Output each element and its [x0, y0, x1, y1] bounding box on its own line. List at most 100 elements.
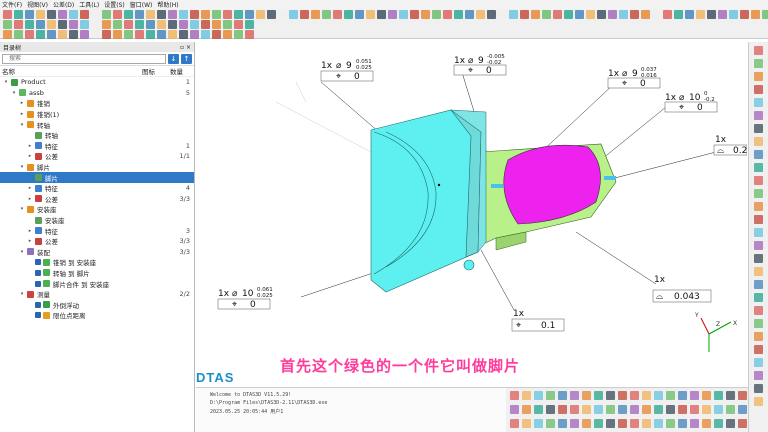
toolbar-tool-icon[interactable]	[223, 30, 232, 39]
toolbar-tool-icon[interactable]	[190, 20, 199, 29]
bottom-tool-icon[interactable]	[510, 419, 519, 428]
toolbar-tool-icon[interactable]	[619, 10, 628, 19]
tree-row[interactable]: 脚片合件 到 安装座	[0, 278, 194, 289]
bottom-tool-icon[interactable]	[510, 405, 519, 414]
bottom-tool-icon[interactable]	[738, 405, 747, 414]
toolbar-tool-icon[interactable]	[553, 10, 562, 19]
toolbar-tool-icon[interactable]	[102, 10, 111, 19]
bottom-tool-icon[interactable]	[594, 419, 603, 428]
tree-row[interactable]: ▸ 公差 3/3	[0, 236, 194, 247]
tree-row[interactable]: ▸ 锥销	[0, 98, 194, 109]
toolbar-tool-icon[interactable]	[641, 10, 650, 19]
expand-icon[interactable]: ▸	[27, 196, 33, 202]
toolbar-tool-icon[interactable]	[597, 10, 606, 19]
toolbar-tool-icon[interactable]	[146, 30, 155, 39]
bottom-tool-icon[interactable]	[546, 419, 555, 428]
tree-row[interactable]: ▸ 公差 1/1	[0, 151, 194, 162]
side-tool-icon[interactable]	[754, 46, 763, 55]
bottom-tool-icon[interactable]	[690, 405, 699, 414]
expand-icon[interactable]: ▾	[11, 90, 17, 96]
menu-settings[interactable]: 设置(S)	[104, 0, 125, 9]
bottom-tool-icon[interactable]	[618, 419, 627, 428]
toolbar-tool-icon[interactable]	[223, 20, 232, 29]
bottom-tool-icon[interactable]	[642, 419, 651, 428]
tree-row[interactable]: 限位点距离	[0, 310, 194, 321]
toolbar-tool-icon[interactable]	[696, 10, 705, 19]
tree-row[interactable]: ▸ 锥销(1)	[0, 109, 194, 120]
bottom-tool-icon[interactable]	[522, 391, 531, 400]
bottom-tool-icon[interactable]	[678, 391, 687, 400]
bottom-tool-icon[interactable]	[570, 405, 579, 414]
bottom-tool-icon[interactable]	[510, 391, 519, 400]
toolbar-tool-icon[interactable]	[366, 10, 375, 19]
bottom-tool-icon[interactable]	[522, 419, 531, 428]
checkbox[interactable]	[35, 269, 41, 276]
side-tool-icon[interactable]	[754, 202, 763, 211]
menu-view[interactable]: 视图(V)	[27, 0, 48, 9]
tree-row[interactable]: ▾ 安装座	[0, 204, 194, 215]
toolbar-tool-icon[interactable]	[234, 20, 243, 29]
side-tool-icon[interactable]	[754, 241, 763, 250]
bottom-tool-icon[interactable]	[726, 419, 735, 428]
bottom-tool-icon[interactable]	[666, 405, 675, 414]
toolbar-tool-icon[interactable]	[421, 10, 430, 19]
toolbar-tool-icon[interactable]	[124, 30, 133, 39]
bottom-tool-icon[interactable]	[558, 419, 567, 428]
toolbar-tool-icon[interactable]	[201, 20, 210, 29]
toolbar-tool-icon[interactable]	[179, 20, 188, 29]
menu-file[interactable]: 文件(F)	[2, 0, 22, 9]
toolbar-tool-icon[interactable]	[575, 10, 584, 19]
side-tool-icon[interactable]	[754, 163, 763, 172]
bottom-tool-icon[interactable]	[702, 405, 711, 414]
bottom-tool-icon[interactable]	[522, 405, 531, 414]
bottom-tool-icon[interactable]	[582, 405, 591, 414]
expand-icon[interactable]: ▸	[27, 185, 33, 191]
toolbar-tool-icon[interactable]	[201, 10, 210, 19]
toolbar-tool-icon[interactable]	[432, 10, 441, 19]
expand-icon[interactable]: ▸	[27, 238, 33, 244]
bottom-tool-icon[interactable]	[546, 405, 555, 414]
expand-icon[interactable]: ▾	[19, 291, 25, 297]
toolbar-tool-icon[interactable]	[608, 10, 617, 19]
side-tool-icon[interactable]	[754, 85, 763, 94]
bottom-tool-icon[interactable]	[618, 391, 627, 400]
toolbar-tool-icon[interactable]	[3, 10, 12, 19]
tree-row[interactable]: ▾ Product 1	[0, 77, 194, 88]
arrow-up-icon[interactable]: ↑	[181, 53, 192, 64]
toolbar-tool-icon[interactable]	[399, 10, 408, 19]
bottom-tool-icon[interactable]	[606, 391, 615, 400]
toolbar-tool-icon[interactable]	[234, 10, 243, 19]
toolbar-tool-icon[interactable]	[487, 10, 496, 19]
side-tool-icon[interactable]	[754, 98, 763, 107]
mount-part-cyan[interactable]	[370, 109, 487, 293]
toolbar-tool-icon[interactable]	[157, 20, 166, 29]
side-tool-icon[interactable]	[754, 176, 763, 185]
tree-row[interactable]: ▾ 脚片	[0, 162, 194, 173]
panel-close-icon[interactable]: ▫ ×	[180, 44, 191, 51]
side-tool-icon[interactable]	[754, 371, 763, 380]
toolbar-tool-icon[interactable]	[256, 10, 265, 19]
bottom-tool-icon[interactable]	[714, 391, 723, 400]
toolbar-tool-icon[interactable]	[707, 10, 716, 19]
toolbar-tool-icon[interactable]	[465, 10, 474, 19]
toolbar-tool-icon[interactable]	[762, 10, 768, 19]
toolbar-tool-icon[interactable]	[69, 10, 78, 19]
side-tool-icon[interactable]	[754, 72, 763, 81]
expand-icon[interactable]: ▾	[19, 122, 25, 128]
toolbar-tool-icon[interactable]	[333, 10, 342, 19]
bottom-tool-icon[interactable]	[654, 419, 663, 428]
bottom-tool-icon[interactable]	[546, 391, 555, 400]
menu-tools[interactable]: 工具(L)	[79, 0, 99, 9]
toolbar-tool-icon[interactable]	[289, 10, 298, 19]
toolbar-tool-icon[interactable]	[267, 10, 276, 19]
bottom-tool-icon[interactable]	[570, 391, 579, 400]
bottom-tool-icon[interactable]	[714, 405, 723, 414]
bottom-tool-icon[interactable]	[534, 391, 543, 400]
toolbar-tool-icon[interactable]	[146, 20, 155, 29]
side-tool-icon[interactable]	[754, 384, 763, 393]
bottom-tool-icon[interactable]	[678, 419, 687, 428]
arrow-down-icon[interactable]: ↓	[168, 53, 179, 64]
toolbar-tool-icon[interactable]	[190, 30, 199, 39]
toolbar-tool-icon[interactable]	[201, 30, 210, 39]
expand-icon[interactable]: ▸	[19, 111, 25, 117]
